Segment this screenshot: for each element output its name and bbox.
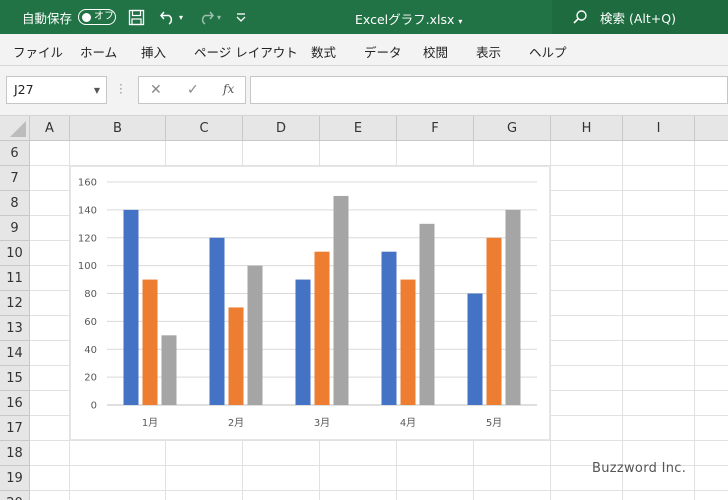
bar: [333, 195, 349, 405]
formula-buttons: ✕ ✓ fx: [138, 76, 246, 104]
column-header-j[interactable]: [695, 116, 728, 141]
tab-help[interactable]: ヘルプ: [529, 42, 567, 61]
tab-view[interactable]: 表示: [476, 42, 501, 61]
bar: [400, 279, 416, 405]
document-title[interactable]: Excelグラフ.xlsx ▾: [355, 9, 462, 28]
column-header-b[interactable]: B: [70, 116, 166, 141]
bar: [505, 209, 521, 405]
tab-insert[interactable]: 挿入: [141, 42, 166, 61]
autosave-label: 自動保存: [22, 10, 73, 26]
x-tick-label: 5月: [486, 417, 502, 429]
redo-icon[interactable]: ▾: [197, 9, 221, 25]
insert-function-icon[interactable]: fx: [223, 82, 234, 96]
formula-bar: J27 ▼ · · · ✕ ✓ fx: [0, 66, 728, 116]
y-tick-label: 20: [84, 373, 97, 384]
row-header-10[interactable]: 10: [0, 241, 30, 266]
tab-page-layout[interactable]: ページ レイアウト: [194, 42, 298, 61]
row-header-18[interactable]: 18: [0, 441, 30, 466]
y-tick-label: 120: [78, 233, 97, 244]
row-header-7[interactable]: 7: [0, 166, 30, 191]
column-header-h[interactable]: H: [551, 116, 623, 141]
column-header-c[interactable]: C: [166, 116, 243, 141]
bar: [142, 279, 158, 405]
column-header-g[interactable]: G: [474, 116, 551, 141]
y-tick-label: 60: [84, 317, 97, 328]
toggle-knob: [82, 12, 92, 22]
watermark: Buzzword Inc.: [592, 461, 687, 476]
search-box[interactable]: 検索 (Alt+Q): [552, 0, 728, 34]
column-header-i[interactable]: I: [623, 116, 695, 141]
y-tick-label: 100: [78, 261, 97, 272]
column-header-d[interactable]: D: [243, 116, 320, 141]
tab-file[interactable]: ファイル: [13, 42, 63, 61]
y-tick-label: 0: [91, 401, 97, 412]
tab-home[interactable]: ホーム: [80, 42, 117, 61]
chart-plot[interactable]: 0 20 40 60 80 100 120 140 160 1月 2月 3月 4月 5月: [71, 167, 551, 441]
autosave-state: オフ: [94, 11, 115, 22]
row-header-8[interactable]: 8: [0, 191, 30, 216]
x-tick-label: 4月: [400, 417, 416, 429]
select-all-triangle-icon: [10, 121, 26, 137]
search-icon: [573, 10, 587, 24]
bar: [123, 209, 139, 405]
autosave-toggle[interactable]: オフ: [78, 9, 117, 25]
cancel-icon[interactable]: ✕: [150, 82, 162, 98]
bar: [161, 335, 177, 405]
x-tick-label: 3月: [314, 417, 330, 429]
row-header-16[interactable]: 16: [0, 391, 30, 416]
gridline: [622, 141, 623, 500]
column-header-e[interactable]: E: [320, 116, 397, 141]
grip-icon[interactable]: · · ·: [119, 79, 123, 99]
x-tick-label: 1月: [142, 417, 158, 429]
column-header-a[interactable]: A: [30, 116, 70, 141]
y-tick-label: 160: [78, 178, 97, 189]
gridline: [30, 490, 728, 491]
title-dropdown-icon: ▾: [458, 17, 463, 26]
save-icon[interactable]: [128, 9, 145, 26]
bar: [419, 223, 435, 405]
bar: [209, 237, 225, 405]
select-all-button[interactable]: [0, 116, 30, 141]
row-header-6[interactable]: 6: [0, 141, 30, 166]
bar: [295, 279, 311, 405]
name-box-dropdown-icon[interactable]: ▼: [94, 86, 100, 95]
document-title-text: Excelグラフ.xlsx: [355, 12, 455, 27]
bar: [228, 307, 244, 405]
bar: [314, 251, 330, 405]
row-header-11[interactable]: 11: [0, 266, 30, 291]
customize-toolbar-icon[interactable]: [235, 11, 247, 23]
title-bar: 自動保存 オフ ▾ ▾ Excelグラフ.xlsx ▾ 検索 (Alt+Q): [0, 0, 728, 34]
bar: [467, 293, 483, 405]
row-header-12[interactable]: 12: [0, 291, 30, 316]
row-header-19[interactable]: 19: [0, 466, 30, 491]
search-placeholder: 検索 (Alt+Q): [600, 10, 676, 26]
undo-dropdown-icon[interactable]: ▾: [179, 13, 183, 22]
tab-formulas[interactable]: 数式: [311, 42, 336, 61]
name-box[interactable]: J27 ▼: [6, 76, 107, 104]
y-tick-label: 80: [84, 289, 97, 300]
x-tick-label: 2月: [228, 417, 244, 429]
column-chart[interactable]: 0 20 40 60 80 100 120 140 160 1月 2月 3月 4月 5月: [70, 166, 550, 440]
undo-icon[interactable]: ▾: [159, 9, 183, 25]
bar: [486, 237, 502, 405]
bar: [381, 251, 397, 405]
row-header-13[interactable]: 13: [0, 316, 30, 341]
y-tick-label: 140: [78, 205, 97, 216]
row-header-15[interactable]: 15: [0, 366, 30, 391]
row-header-14[interactable]: 14: [0, 341, 30, 366]
name-box-value: J27: [14, 82, 34, 97]
row-header-20[interactable]: 20: [0, 491, 30, 500]
y-tick-label: 40: [84, 345, 97, 356]
formula-input[interactable]: [250, 76, 728, 104]
gridline: [694, 141, 695, 500]
redo-dropdown-icon[interactable]: ▾: [217, 13, 221, 22]
ribbon-tabs: ファイル ホーム 挿入 ページ レイアウト 数式 データ 校閲 表示 ヘルプ: [0, 34, 728, 66]
tab-data[interactable]: データ: [364, 42, 402, 61]
row-header-9[interactable]: 9: [0, 216, 30, 241]
column-header-f[interactable]: F: [397, 116, 474, 141]
bar: [247, 265, 263, 405]
row-header-17[interactable]: 17: [0, 416, 30, 441]
tab-review[interactable]: 校閲: [423, 42, 448, 61]
enter-icon[interactable]: ✓: [187, 82, 199, 98]
